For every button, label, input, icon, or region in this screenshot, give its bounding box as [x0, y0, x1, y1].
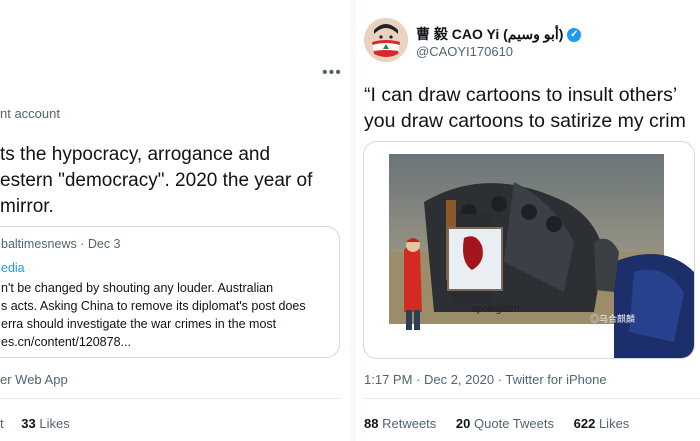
quoted-text-line-4[interactable]: es.cn/content/120878... [1, 333, 131, 351]
divider [364, 398, 700, 399]
quoted-handle-date[interactable]: baltimesnews · Dec 3 [1, 237, 121, 251]
tweet-text-line-1: “I can draw cartoons to insult others’ [364, 84, 678, 106]
verified-icon: ✓ [567, 28, 582, 43]
handle[interactable]: @CAOYI170610 [416, 44, 513, 59]
partial-stat-label: t [0, 416, 4, 431]
cartoon-illustration [364, 142, 694, 358]
more-icon[interactable]: ••• [322, 64, 342, 82]
stats-row: 88 Retweets 20 Quote Tweets 622 Likes [364, 416, 629, 431]
divider [0, 398, 340, 399]
quoted-label[interactable]: edia [1, 261, 25, 275]
tweet-text-line-1: ts the hypocracy, arrogance and [0, 144, 271, 165]
likes-label[interactable]: Likes [39, 416, 69, 431]
tweet-media[interactable]: -apologize!!- ◎乌合麒麟 [363, 141, 695, 359]
quoted-text-line-2: s acts. Asking China to remove its diplo… [1, 299, 306, 313]
retweets-count[interactable]: 88 [364, 416, 378, 431]
likes-count[interactable]: 622 [574, 416, 596, 431]
stats-row: t 33 Likes [0, 416, 70, 431]
quoted-text-line-1: n't be changed by shouting any louder. A… [1, 281, 274, 295]
author-name-row: 曹 毅 CAO Yi (أبو وسيم) ✓ [416, 24, 582, 44]
tweet-timestamp[interactable]: 1:17 PM · Dec 2, 2020 · Twitter for iPho… [364, 372, 607, 387]
quote-tweets-count[interactable]: 20 [456, 416, 470, 431]
avatar[interactable] [364, 18, 408, 62]
quoted-tweet-card[interactable]: baltimesnews · Dec 3 edia n't be changed… [0, 226, 340, 358]
tweet-text-line-2: estern "democracy". 2020 the year of [0, 170, 313, 191]
quote-tweets-label[interactable]: Quote Tweets [474, 416, 554, 431]
tweet-text-line-3: mirror. [0, 196, 54, 217]
quoted-text-line-3: erra should investigate the war crimes i… [1, 317, 277, 331]
image-watermark: ◎乌合麒麟 [590, 314, 636, 324]
retweets-label[interactable]: Retweets [382, 416, 436, 431]
likes-count[interactable]: 33 [21, 416, 35, 431]
tweet-text-line-2: you draw cartoons to satirize my crim [364, 110, 686, 132]
image-caption: -apologize!!- [468, 304, 524, 315]
author-note: nt account [0, 106, 60, 121]
likes-label[interactable]: Likes [599, 416, 629, 431]
tweet-source[interactable]: er Web App [0, 372, 68, 387]
lebanon-flag-mask [372, 40, 400, 57]
display-name[interactable]: 曹 毅 CAO Yi (أبو وسيم) [416, 26, 563, 42]
right-tweet-pane: 曹 毅 CAO Yi (أبو وسيم) ✓ @CAOYI170610 “I … [356, 0, 700, 441]
left-tweet-pane: ••• nt account ts the hypocracy, arrogan… [0, 0, 350, 441]
